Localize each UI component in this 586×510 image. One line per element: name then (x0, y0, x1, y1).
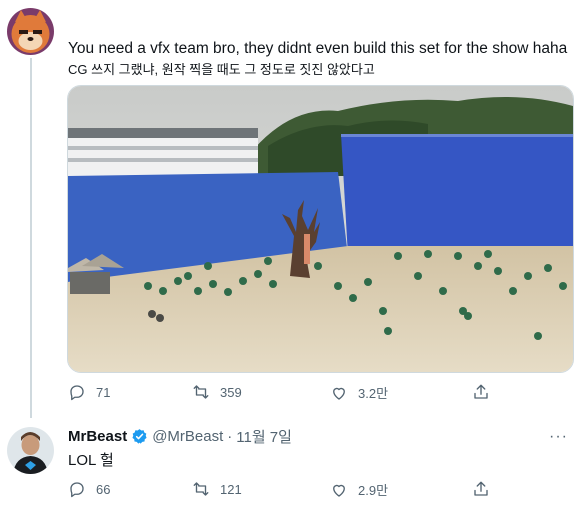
reply-button[interactable]: 71 (68, 383, 110, 401)
verified-badge-icon (132, 429, 147, 444)
mrbeast-avatar-image (7, 427, 54, 474)
reply-action-bar: 66 121 2.9만 (68, 480, 573, 502)
fox-avatar-image (7, 8, 54, 55)
reply-count: 66 (96, 481, 111, 497)
retweet-button[interactable]: 121 (192, 480, 242, 498)
retweet-icon (193, 385, 209, 399)
tweet-media-photo[interactable] (67, 85, 574, 373)
reply-header: MrBeast @MrBeast · 11월 7일 (68, 426, 292, 447)
heart-icon (333, 484, 345, 497)
heart-icon (333, 387, 345, 400)
retweet-icon (193, 482, 209, 496)
user-avatar[interactable] (7, 8, 54, 55)
tweet-text: You need a vfx team bro, they didnt even… (68, 38, 573, 81)
reply-display-name[interactable]: MrBeast (68, 428, 127, 445)
reply-text: LOL 헐 (68, 452, 114, 469)
share-button[interactable] (472, 383, 490, 401)
reply-icon (70, 385, 84, 401)
tweet-text-korean: CG 쓰지 그랬냐, 원작 찍을 때도 그 정도로 짓진 않았다고 (68, 62, 375, 77)
share-button[interactable] (472, 480, 490, 498)
reply-user-avatar[interactable] (7, 427, 54, 474)
tweet-action-bar: 71 359 3.2만 (68, 383, 573, 405)
like-button[interactable]: 3.2만 (330, 383, 388, 402)
header-separator: · (227, 428, 233, 445)
squid-game-set-photo (68, 86, 573, 372)
reply-icon (70, 482, 84, 498)
thread-connector-line (30, 58, 32, 418)
like-count: 3.2만 (358, 386, 389, 401)
reply-date[interactable]: 11월 7일 (236, 426, 292, 447)
more-options-button[interactable]: ··· (549, 428, 568, 446)
like-count: 2.9만 (358, 483, 389, 498)
reply-button[interactable]: 66 (68, 480, 110, 498)
tweet-text-english: You need a vfx team bro, they didnt even… (68, 40, 568, 57)
share-icon (474, 384, 488, 399)
like-button[interactable]: 2.9만 (330, 480, 388, 499)
share-icon (474, 481, 488, 496)
retweet-button[interactable]: 359 (192, 383, 242, 401)
reply-handle[interactable]: @MrBeast (152, 428, 223, 445)
retweet-count: 121 (220, 481, 242, 497)
reply-count: 71 (96, 384, 111, 400)
retweet-count: 359 (220, 384, 242, 400)
